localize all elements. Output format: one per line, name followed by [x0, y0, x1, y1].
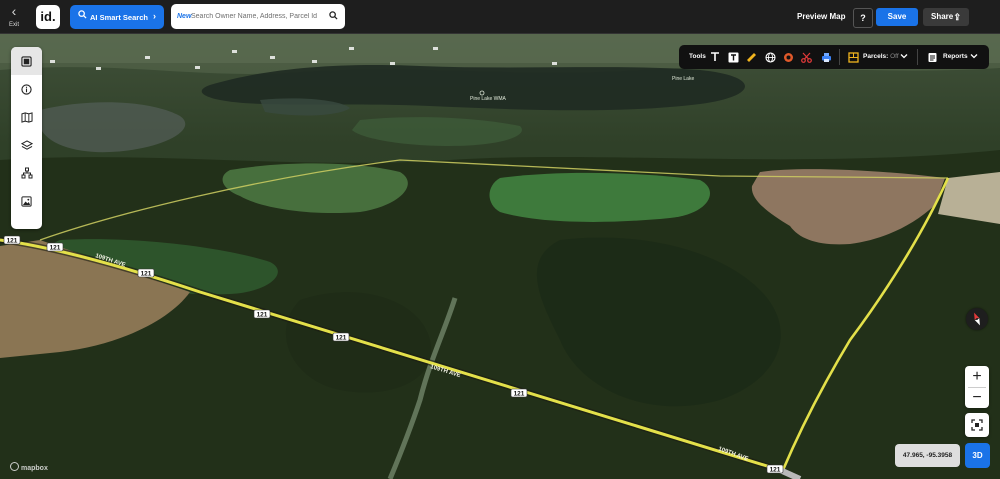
- print-button[interactable]: [818, 49, 834, 65]
- info-icon: [21, 83, 32, 95]
- mapbox-attribution[interactable]: mapbox: [10, 462, 48, 472]
- cut-tool-button[interactable]: [798, 49, 814, 65]
- chevron-down-icon[interactable]: [969, 51, 979, 61]
- text-box-tool-button[interactable]: [725, 49, 741, 65]
- route-shield: 121: [332, 332, 350, 342]
- help-button[interactable]: ?: [853, 8, 873, 28]
- ruler-icon: [746, 52, 756, 62]
- save-button[interactable]: Save: [876, 8, 918, 26]
- reports-button[interactable]: [924, 49, 940, 65]
- parcels-state: Off: [890, 53, 899, 60]
- satellite-map[interactable]: 121 121 121 121 121 121 121 109TH AVE 10…: [0, 33, 1000, 479]
- svg-text:121: 121: [770, 466, 781, 473]
- layers-icon: [20, 139, 33, 150]
- image-icon: [21, 195, 32, 207]
- search-icon: [78, 10, 87, 19]
- focus-icon: [971, 419, 983, 431]
- panel-toggle-button[interactable]: [11, 47, 42, 75]
- search-input[interactable]: [191, 10, 321, 23]
- exit-label: Exit: [8, 22, 19, 28]
- ai-smart-search-button[interactable]: AI Smart Search ›: [70, 5, 164, 29]
- map-icon: [20, 111, 33, 123]
- new-badge: New: [177, 13, 192, 20]
- share-label: Share: [931, 12, 954, 21]
- text-icon: [711, 52, 719, 61]
- app-logo[interactable]: id.: [36, 5, 60, 29]
- image-button[interactable]: [11, 187, 42, 215]
- left-toolbar: [11, 47, 42, 229]
- compass-button[interactable]: [966, 308, 988, 330]
- measure-tool-button[interactable]: [743, 49, 759, 65]
- place-label: Pine Lake: [672, 76, 694, 82]
- zoom-out-button[interactable]: −: [965, 387, 989, 408]
- svg-text:121: 121: [257, 311, 268, 318]
- hierarchy-button[interactable]: [11, 159, 42, 187]
- circle-tool-button[interactable]: [780, 49, 796, 65]
- tools-bar: Tools Parcels: Off Reports: [679, 45, 989, 69]
- coordinates-readout: 47.965, -95.3958: [895, 444, 960, 467]
- svg-text:121: 121: [7, 237, 18, 244]
- route-shield: 121: [46, 242, 64, 251]
- route-shield: 121: [510, 388, 528, 398]
- chevron-right-icon: ›: [153, 11, 156, 21]
- parcels-toggle-button[interactable]: [845, 49, 861, 65]
- compass-icon: [974, 312, 980, 326]
- search-icon[interactable]: [329, 11, 338, 20]
- place-label: Pine Lake WMA: [470, 96, 507, 102]
- route-shield: 121: [253, 309, 271, 319]
- search-box[interactable]: New: [171, 4, 345, 29]
- print-icon: [821, 52, 831, 62]
- svg-text:121: 121: [336, 334, 347, 341]
- tools-label: Tools: [689, 53, 706, 60]
- chevron-left-icon: ‹: [11, 3, 17, 19]
- route-shield: 121: [137, 268, 155, 278]
- reports-label[interactable]: Reports: [943, 53, 968, 60]
- svg-text:121: 121: [50, 244, 61, 251]
- text-box-icon: [728, 52, 738, 62]
- text-tool-button[interactable]: [707, 49, 723, 65]
- parcels-label: Parcels: Off: [863, 53, 899, 60]
- circle-icon: [783, 52, 793, 62]
- layers-button[interactable]: [11, 131, 42, 159]
- route-shield: 121: [3, 235, 21, 244]
- share-button[interactable]: Share ⇪: [923, 8, 969, 26]
- scissors-icon: [800, 52, 812, 63]
- globe-icon: [764, 51, 776, 63]
- ai-smart-search-label: AI Smart Search: [90, 13, 148, 22]
- globe-tool-button[interactable]: [762, 49, 778, 65]
- info-button[interactable]: [11, 75, 42, 103]
- svg-text:121: 121: [514, 390, 525, 397]
- zoom-control: + −: [965, 366, 989, 408]
- zoom-in-button[interactable]: +: [965, 366, 989, 387]
- top-bar: ‹ Exit id. AI Smart Search › New Preview…: [0, 0, 1000, 34]
- fit-bounds-button[interactable]: [965, 413, 989, 437]
- preview-map-button[interactable]: Preview Map: [797, 12, 845, 21]
- svg-text:121: 121: [141, 270, 152, 277]
- report-icon: [928, 52, 936, 62]
- exit-button[interactable]: ‹ Exit: [4, 4, 24, 30]
- hierarchy-icon: [21, 167, 32, 179]
- panel-icon: [21, 55, 32, 67]
- parcels-icon: [847, 51, 859, 63]
- share-icon: ⇪: [953, 12, 961, 22]
- chevron-down-icon[interactable]: [899, 51, 909, 61]
- basemap-button[interactable]: [11, 103, 42, 131]
- mapbox-logo-icon: [10, 462, 19, 471]
- route-shield: 121: [766, 464, 784, 474]
- 3d-toggle-button[interactable]: 3D: [965, 443, 990, 468]
